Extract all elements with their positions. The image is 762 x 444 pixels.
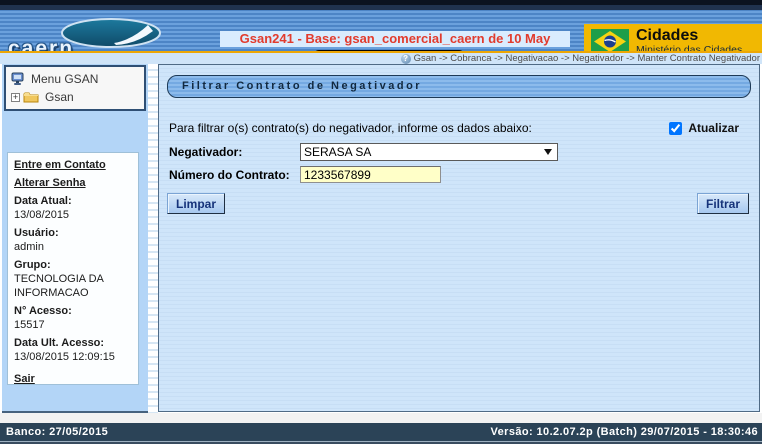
info-value: 13/08/2015 12:09:15: [14, 351, 115, 363]
buttons-row: Limpar Filtrar: [167, 193, 751, 214]
contact-link[interactable]: Entre em Contato: [14, 158, 132, 172]
info-access-number: N° Acesso: 15517: [14, 304, 132, 332]
folder-icon: [23, 92, 39, 103]
contrato-input[interactable]: [300, 166, 441, 183]
info-current-date: Data Atual: 13/08/2015: [14, 194, 132, 222]
tree-item-label[interactable]: Gsan: [45, 90, 74, 104]
top-dark-bar: [0, 0, 762, 11]
logout-link[interactable]: Sair: [14, 372, 132, 386]
session-info-box: Entre em Contato Alterar Senha Data Atua…: [7, 152, 139, 385]
info-label: Grupo:: [14, 259, 51, 271]
info-value: 13/08/2015: [14, 209, 70, 221]
tree-expand-icon[interactable]: +: [11, 92, 20, 102]
menu-header: Menu GSAN: [11, 70, 139, 88]
limpar-button[interactable]: Limpar: [167, 193, 226, 214]
gsan-window: caern Gsan241 - Base: gsan_comercial_cae…: [0, 0, 762, 444]
caern-logo-icon: [61, 18, 161, 48]
status-versao: Versão: 10.2.07.2p (Batch) 29/07/2015 - …: [490, 426, 758, 438]
info-label: Data Atual:: [14, 195, 72, 207]
breadcrumb: ? Gsan -> Cobranca -> Negativacao -> Neg…: [0, 51, 762, 64]
window-title: Gsan241 - Base: gsan_comercial_caern de …: [220, 31, 570, 47]
instruction-text: Para filtrar o(s) contrato(s) do negativ…: [169, 121, 532, 135]
change-password-link[interactable]: Alterar Senha: [14, 176, 132, 190]
contrato-label: Número do Contrato:: [169, 167, 290, 182]
info-label: Data Ult. Acesso:: [14, 337, 105, 349]
status-bar: Banco: 27/05/2015 Versão: 10.2.07.2p (Ba…: [0, 423, 762, 441]
page-title: Filtrar Contrato de Negativador: [167, 75, 751, 98]
negativador-row: Negativador: SERASA SA: [169, 143, 558, 161]
info-label: N° Acesso:: [14, 305, 72, 317]
info-value: TECNOLOGIA DA INFORMACAO: [14, 273, 104, 299]
atualizar-checkbox[interactable]: [669, 121, 683, 135]
info-user: Usuário: admin: [14, 226, 132, 254]
footer-gap: [0, 413, 762, 423]
negativador-label: Negativador:: [169, 145, 243, 159]
atualizar-checkbox-wrap: Atualizar: [669, 121, 739, 135]
menu-title: Menu GSAN: [31, 72, 99, 86]
panel-splitter[interactable]: [148, 64, 158, 413]
cidades-title: Cidades: [636, 26, 699, 44]
instruction-row: Para filtrar o(s) contrato(s) do negativ…: [169, 120, 751, 136]
info-group: Grupo: TECNOLOGIA DA INFORMACAO: [14, 258, 132, 300]
negativador-select-wrap: SERASA SA: [300, 143, 558, 161]
app-header: caern Gsan241 - Base: gsan_comercial_cae…: [0, 11, 762, 62]
main-panel: Filtrar Contrato de Negativador Para fil…: [158, 64, 760, 412]
info-value: 15517: [14, 319, 45, 331]
breadcrumb-path: Gsan -> Cobranca -> Negativacao -> Negat…: [413, 53, 760, 64]
sidebar: Menu GSAN + Gsan Entre em Contato Altera…: [2, 64, 148, 413]
info-value: admin: [14, 241, 44, 253]
info-label: Usuário:: [14, 227, 59, 239]
info-last-access: Data Ult. Acesso: 13/08/2015 12:09:15: [14, 336, 132, 364]
filtrar-button[interactable]: Filtrar: [696, 193, 749, 214]
contrato-row: Número do Contrato:: [169, 166, 441, 183]
help-icon[interactable]: ?: [400, 53, 411, 64]
tree-item-gsan[interactable]: + Gsan: [11, 88, 139, 106]
atualizar-label: Atualizar: [688, 121, 739, 135]
status-banco: Banco: 27/05/2015: [6, 426, 109, 438]
negativador-select[interactable]: SERASA SA: [300, 143, 558, 161]
menu-tree-box: Menu GSAN + Gsan: [4, 65, 146, 111]
computer-user-icon: [11, 72, 24, 85]
